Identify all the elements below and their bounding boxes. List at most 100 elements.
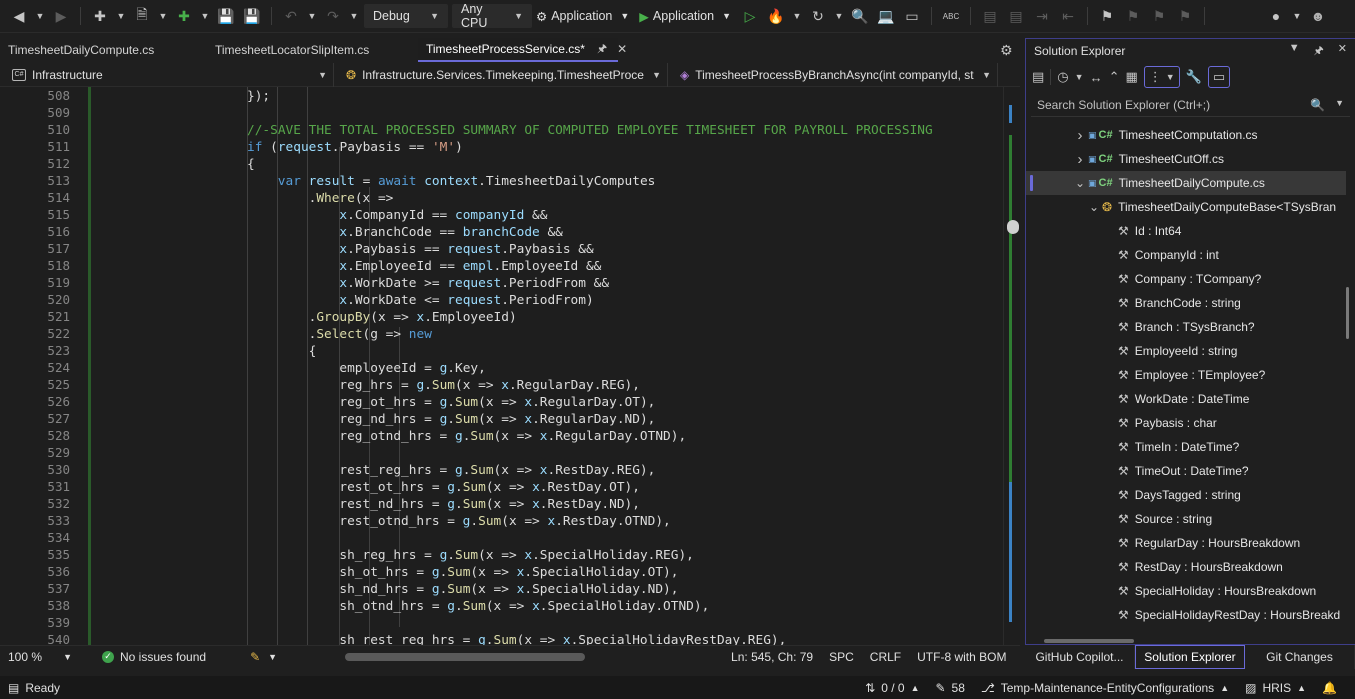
close-icon[interactable]: ✕ (617, 42, 627, 56)
redo-dropdown-icon[interactable]: ▼ (348, 11, 360, 21)
chevron-right-icon[interactable]: › (1072, 151, 1088, 168)
account-icon[interactable]: ● (1265, 5, 1287, 27)
tree-item[interactable]: ⚒ WorkDate : DateTime (1026, 387, 1346, 411)
device-icon[interactable]: 💻 (875, 5, 897, 27)
add-item-dropdown-icon[interactable]: ▼ (199, 11, 211, 21)
tab-github-copilot[interactable]: GitHub Copilot... (1025, 645, 1135, 669)
tab-solution-explorer[interactable]: Solution Explorer (1135, 645, 1245, 669)
window-icon[interactable]: ▭ (901, 5, 923, 27)
history-icon[interactable]: ◷ (1057, 69, 1068, 85)
encoding-indicator[interactable]: UTF-8 with BOM (909, 650, 1014, 664)
chevron-down-icon[interactable]: ▼ (1289, 42, 1300, 61)
type-dropdown[interactable]: ❂ Infrastructure.Services.Timekeeping.Tim… (334, 62, 668, 87)
tree-item[interactable]: ⌄ ▣ C# TimesheetDailyCompute.cs (1026, 171, 1346, 195)
whitespace-indicator[interactable]: SPC (821, 650, 862, 664)
gear-icon[interactable]: ⚙ (1000, 42, 1013, 59)
cursor-position[interactable]: Ln: 545, Ch: 79 (723, 650, 821, 664)
back-dropdown-icon[interactable]: ▼ (34, 11, 46, 21)
line-ending-indicator[interactable]: CRLF (862, 650, 909, 664)
issues-indicator[interactable]: ✓ No issues found (94, 650, 214, 664)
tree-item[interactable]: ⚒ SpecialHoliday : HoursBreakdown (1026, 579, 1346, 603)
chevron-down-icon[interactable]: ▼ (1335, 98, 1344, 112)
tree-item[interactable]: ⌄ ❂ TimesheetDailyComputeBase<TSysBran (1026, 195, 1346, 219)
new-project-icon[interactable]: ✚ (89, 5, 111, 27)
tree-item[interactable]: ⚒ Employee : TEmployee? (1026, 363, 1346, 387)
repo-indicator[interactable]: ▨ HRIS ▲ (1237, 681, 1314, 695)
prev-bookmark-icon[interactable]: ⚑ (1122, 5, 1144, 27)
tree-item[interactable]: ⚒ Company : TCompany? (1026, 267, 1346, 291)
outdent-icon[interactable]: ⇤ (1057, 5, 1079, 27)
properties-icon[interactable]: 🔧 (1186, 69, 1202, 85)
back-icon[interactable]: ◀ (8, 5, 30, 27)
vertical-scrollbar[interactable] (1003, 87, 1020, 645)
code-area[interactable]: }); //-SAVE THE TOTAL PROCESSED SUMMARY O… (92, 87, 997, 645)
new-project-dropdown-icon[interactable]: ▼ (115, 11, 127, 21)
tree-item[interactable]: ⚒ Paybasis : char (1026, 411, 1346, 435)
tree-horizontal-scrollbar[interactable] (1044, 639, 1134, 643)
zoom-select[interactable]: 100 % ▼ (0, 650, 80, 664)
tab-git-changes[interactable]: Git Changes (1245, 645, 1355, 669)
find-in-files-icon[interactable]: 🔍 (849, 5, 871, 27)
hot-reload-dropdown-icon[interactable]: ▼ (791, 11, 803, 21)
undo-icon[interactable]: ↶ (280, 5, 302, 27)
chevron-down-icon[interactable]: ⌄ (1086, 200, 1102, 214)
pending-edits-indicator[interactable]: ✎ 58 (927, 681, 972, 695)
member-dropdown[interactable]: ◈ TimesheetProcessByBranchAsync(int compa… (668, 62, 998, 87)
tree-item[interactable]: ⚒ TimeIn : DateTime? (1026, 435, 1346, 459)
tree-item[interactable]: ⚒ EmployeeId : string (1026, 339, 1346, 363)
tab-timesheetdailycompute[interactable]: TimesheetDailyCompute.cs (0, 38, 207, 62)
uncomment-icon[interactable]: ▤ (1005, 5, 1027, 27)
tree-item[interactable]: ⚒ RegularDay : HoursBreakdown (1026, 531, 1346, 555)
tab-timesheetprocessservice[interactable]: TimesheetProcessService.cs* 🖈 ✕ (418, 38, 627, 62)
run-button[interactable]: ▶ Application ▼ (639, 9, 731, 24)
redo-icon[interactable]: ↷ (322, 5, 344, 27)
bookmark-icon[interactable]: ⚑ (1096, 5, 1118, 27)
horizontal-scrollbar[interactable] (345, 652, 586, 661)
tab-timesheetlocatorslipitem[interactable]: TimesheetLocatorSlipItem.cs (207, 38, 418, 62)
tree-item[interactable]: › ▣ C# TimesheetCutOff.cs (1026, 147, 1346, 171)
sync-icon[interactable]: ↔ (1090, 70, 1103, 85)
tree-item[interactable]: ⚒ CompanyId : int (1026, 243, 1346, 267)
configuration-select[interactable]: Debug ▼ (364, 4, 448, 28)
chevron-down-icon[interactable]: ▼ (1075, 72, 1084, 82)
tree-item[interactable]: ⚒ Branch : TSysBranch? (1026, 315, 1346, 339)
tree-item[interactable]: ⚒ RestDay : HoursBreakdown (1026, 555, 1346, 579)
start-without-debugging-icon[interactable]: ▷ (739, 5, 761, 27)
user-avatar-icon[interactable]: ☻ (1307, 5, 1329, 27)
cleanup-dropdown-icon[interactable]: ▼ (268, 652, 277, 662)
add-item-icon[interactable]: ✚ (173, 5, 195, 27)
new-file-icon[interactable]: 🗎 (131, 5, 153, 27)
forward-icon[interactable]: ▶ (50, 5, 72, 27)
indent-icon[interactable]: ⇥ (1031, 5, 1053, 27)
save-icon[interactable]: 💾 (215, 5, 237, 27)
tree-item[interactable]: ⚒ BranchCode : string (1026, 291, 1346, 315)
undo-dropdown-icon[interactable]: ▼ (306, 11, 318, 21)
platform-select[interactable]: Any CPU ▼ (452, 2, 532, 30)
chevron-down-icon[interactable]: ⌄ (1072, 176, 1088, 190)
tree-item[interactable]: › ▣ C# TimesheetComputation.cs (1026, 123, 1346, 147)
code-cleanup-icon[interactable]: ✎ (242, 650, 268, 664)
refresh-dropdown-icon[interactable]: ▼ (833, 11, 845, 21)
solution-search-input[interactable]: Search Solution Explorer (Ctrl+;) 🔍 ▼ (1031, 93, 1350, 117)
code-editor[interactable]: 508 509 510 511 512 513 514 515 516 517 518 519 520 5… (0, 87, 1020, 645)
branch-indicator[interactable]: ⎇ Temp-Maintenance-EntityConfigurations ▲ (973, 681, 1237, 695)
startup-project-select[interactable]: ⚙ Application ▼ (536, 9, 629, 24)
new-file-dropdown-icon[interactable]: ▼ (157, 11, 169, 21)
next-bookmark-icon[interactable]: ⚑ (1148, 5, 1170, 27)
close-icon[interactable]: ✕ (1338, 42, 1347, 61)
project-dropdown[interactable]: C# Infrastructure ▼ (0, 62, 334, 87)
tree-item[interactable]: ⚒ DaysTagged : string (1026, 483, 1346, 507)
spell-check-icon[interactable]: ABC (940, 5, 962, 27)
save-all-icon[interactable]: 💾 (241, 5, 263, 27)
scrollbar-thumb[interactable] (1007, 220, 1019, 234)
search-icon[interactable]: 🔍 (1310, 98, 1325, 112)
hot-reload-icon[interactable]: 🔥 (765, 5, 787, 27)
account-dropdown-icon[interactable]: ▼ (1291, 11, 1303, 21)
pin-icon[interactable]: 🖈 (597, 40, 607, 59)
pin-icon[interactable]: 🖈 (1314, 42, 1324, 61)
refresh-icon[interactable]: ↻ (807, 5, 829, 27)
clear-bookmarks-icon[interactable]: ⚑ (1174, 5, 1196, 27)
switch-views-icon[interactable]: ▤ (1032, 69, 1044, 85)
tree-item[interactable]: ⚒ Source : string (1026, 507, 1346, 531)
comment-icon[interactable]: ▤ (979, 5, 1001, 27)
